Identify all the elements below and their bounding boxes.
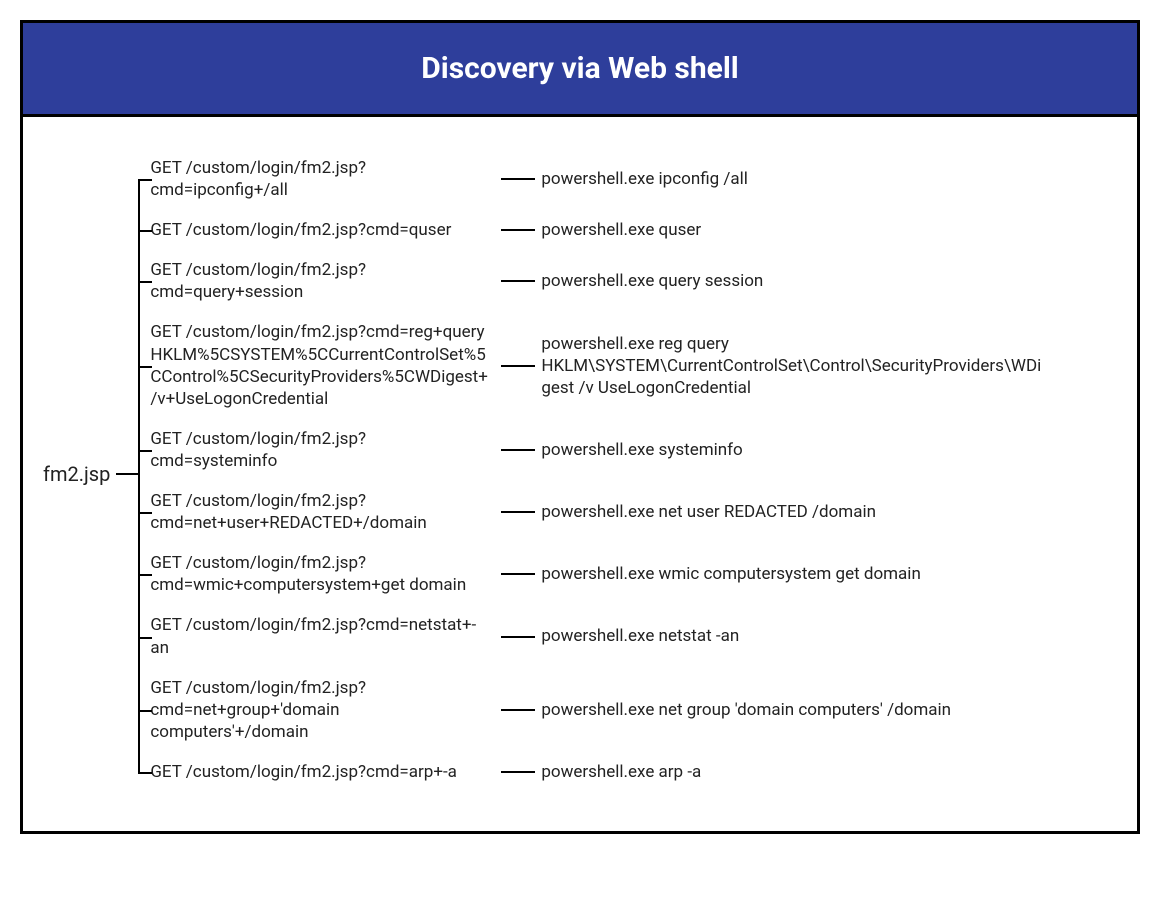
diagram-container: Discovery via Web shell fm2.jsp GET /cus… <box>20 20 1140 834</box>
tree-row: GET /custom/login/fm2.jsp?cmd=netstat+-a… <box>150 614 1041 658</box>
connector-line <box>501 709 535 711</box>
request-text: GET /custom/login/fm2.jsp?cmd=arp+-a <box>150 761 495 783</box>
connector-line <box>501 771 535 773</box>
tree-row: GET /custom/login/fm2.jsp?cmd=ipconfig+/… <box>150 157 1041 201</box>
command-text: powershell.exe reg query HKLM\SYSTEM\Cur… <box>541 333 1041 399</box>
request-text: GET /custom/login/fm2.jsp?cmd=quser <box>150 219 495 241</box>
command-text: powershell.exe netstat -an <box>541 625 1041 647</box>
tree-row: GET /custom/login/fm2.jsp?cmd=net+user+R… <box>150 490 1041 534</box>
request-text: GET /custom/login/fm2.jsp?cmd=reg+query … <box>150 321 495 409</box>
command-text: powershell.exe query session <box>541 270 1041 292</box>
connector-line <box>501 229 535 231</box>
tree: GET /custom/login/fm2.jsp?cmd=ipconfig+/… <box>138 147 1041 801</box>
request-text: GET /custom/login/fm2.jsp?cmd=netstat+-a… <box>150 614 495 658</box>
request-text: GET /custom/login/fm2.jsp?cmd=wmic+compu… <box>150 552 495 596</box>
command-text: powershell.exe net group 'domain compute… <box>541 699 1041 721</box>
request-text: GET /custom/login/fm2.jsp?cmd=systeminfo <box>150 428 495 472</box>
request-text: GET /custom/login/fm2.jsp?cmd=net+user+R… <box>150 490 495 534</box>
tree-row: GET /custom/login/fm2.jsp?cmd=net+group+… <box>150 677 1041 743</box>
tree-row: GET /custom/login/fm2.jsp?cmd=wmic+compu… <box>150 552 1041 596</box>
connector-line <box>501 178 535 180</box>
tree-row: GET /custom/login/fm2.jsp?cmd=arp+-a powe… <box>150 761 1041 783</box>
connector-line <box>116 473 138 475</box>
connector-line <box>501 365 535 367</box>
command-text: powershell.exe quser <box>541 219 1041 241</box>
command-text: powershell.exe ipconfig /all <box>541 168 1041 190</box>
tree-row: GET /custom/login/fm2.jsp?cmd=reg+query … <box>150 321 1041 409</box>
connector-line <box>501 573 535 575</box>
command-text: powershell.exe arp -a <box>541 761 1041 783</box>
request-text: GET /custom/login/fm2.jsp?cmd=query+sess… <box>150 259 495 303</box>
command-text: powershell.exe systeminfo <box>541 439 1041 461</box>
request-text: GET /custom/login/fm2.jsp?cmd=net+group+… <box>150 677 495 743</box>
connector-line <box>501 449 535 451</box>
connector-line <box>501 636 535 638</box>
command-text: powershell.exe net user REDACTED /domain <box>541 501 1041 523</box>
request-text: GET /custom/login/fm2.jsp?cmd=ipconfig+/… <box>150 157 495 201</box>
connector-line <box>501 511 535 513</box>
tree-row: GET /custom/login/fm2.jsp?cmd=query+sess… <box>150 259 1041 303</box>
tree-row: GET /custom/login/fm2.jsp?cmd=quser power… <box>150 219 1041 241</box>
root-node-label: fm2.jsp <box>43 462 110 486</box>
tree-row: GET /custom/login/fm2.jsp?cmd=systeminfo… <box>150 428 1041 472</box>
command-text: powershell.exe wmic computersystem get d… <box>541 563 1041 585</box>
diagram-title: Discovery via Web shell <box>23 23 1137 117</box>
diagram-body: fm2.jsp GET /custom/login/fm2.jsp?cmd=ip… <box>23 117 1137 831</box>
connector-line <box>501 280 535 282</box>
